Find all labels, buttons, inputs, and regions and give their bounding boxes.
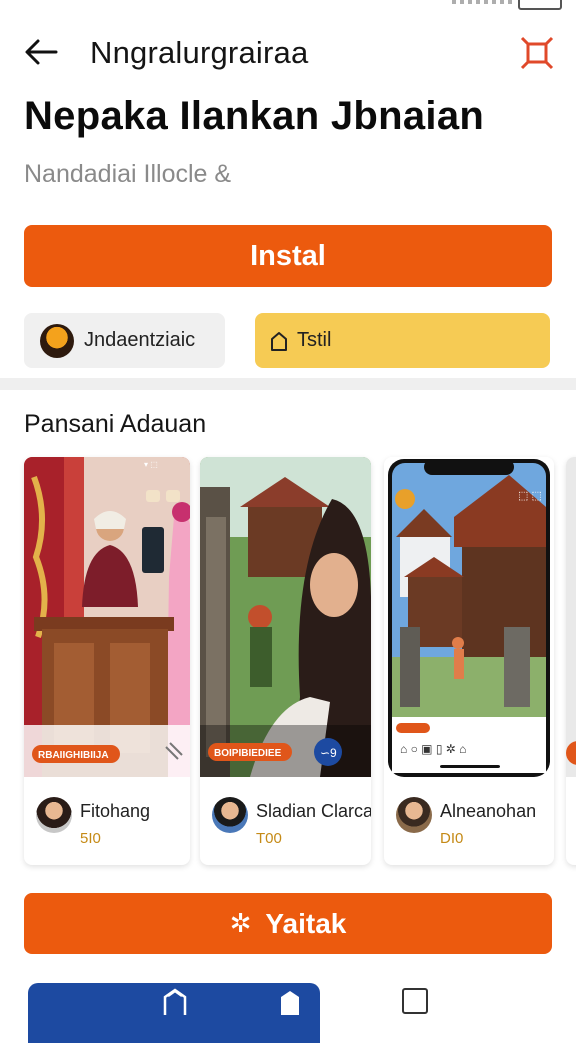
tag-icon: [271, 331, 287, 351]
sparkle-icon: ✲: [229, 908, 252, 938]
screenshot-card-partial[interactable]: [566, 457, 576, 865]
bookmark-icon: [281, 991, 299, 1015]
screenshot-card[interactable]: ▾ ⬚ RBAIIGHIBIIJA Fitohang 5I0: [24, 457, 190, 865]
app-bar-title: Nngralurgrairaa: [90, 35, 309, 70]
app-subtitle: Nandadiai Illocle &: [24, 160, 232, 188]
developer-chip-label: Jndaentziaic: [84, 329, 196, 351]
screenshot-image: [566, 457, 576, 777]
app-bar: Nngralurgrairaa: [0, 26, 576, 78]
test-chip-label: Tstil: [297, 329, 332, 351]
avatar: [212, 797, 248, 833]
screenshot-image: BOIPIBIEDIEE ∽9: [200, 457, 371, 777]
card-badge: BOIPIBIEDIEE: [214, 748, 282, 759]
primary-action-button[interactable]: ✲ Yaitak: [24, 893, 552, 954]
svg-text:⬚ ⬚: ⬚ ⬚: [518, 490, 542, 502]
avatar: [396, 797, 432, 833]
author-count: T00: [256, 830, 282, 847]
status-bar: [0, 0, 576, 10]
developer-avatar: [40, 323, 74, 358]
install-button[interactable]: Instal: [24, 225, 552, 287]
expand-icon[interactable]: [520, 36, 554, 70]
phone-screenshot-image: ⬚ ⬚ ⌂ ○ ▣ ▯ ✲ ⌂: [384, 457, 554, 777]
author-count: 5I0: [80, 830, 101, 847]
square-icon[interactable]: [402, 988, 428, 1014]
developer-chip[interactable]: Jndaentziaic: [24, 313, 225, 368]
screenshot-card[interactable]: BOIPIBIEDIEE ∽9 Sladian Clarcan T00: [200, 457, 371, 865]
primary-action-label: Yaitak: [265, 907, 347, 939]
home-icon: [163, 988, 187, 1015]
svg-text:∽9: ∽9: [320, 746, 337, 760]
section-divider: [0, 378, 576, 390]
card-badge: RBAIIGHIBIIJA: [38, 750, 109, 761]
battery-icon: [518, 0, 562, 10]
author-name: Alneanohan: [440, 801, 537, 821]
app-title: Nepaka Ilankan Jbnaian: [24, 94, 485, 138]
svg-text:▾ ⬚: ▾ ⬚: [144, 460, 158, 469]
svg-text:⌂ ○ ▣ ▯ ✲ ⌂: ⌂ ○ ▣ ▯ ✲ ⌂: [400, 742, 466, 756]
signal-icon: [452, 0, 512, 4]
back-button[interactable]: [24, 34, 64, 70]
author-name: Sladian Clarcan: [256, 801, 371, 821]
avatar: [36, 797, 72, 833]
test-chip[interactable]: Tstil: [255, 313, 550, 368]
screenshot-card[interactable]: ⬚ ⬚ ⌂ ○ ▣ ▯ ✲ ⌂ Alneanohan DI0: [384, 457, 554, 865]
author-count: DI0: [440, 830, 464, 847]
author-name: Fitohang: [80, 801, 151, 821]
bottom-nav-active[interactable]: [28, 983, 320, 1043]
back-arrow-icon: [25, 39, 58, 65]
section-title: Pansani Adauan: [24, 410, 207, 438]
screenshot-image: ▾ ⬚ RBAIIGHIBIIJA: [24, 457, 190, 777]
